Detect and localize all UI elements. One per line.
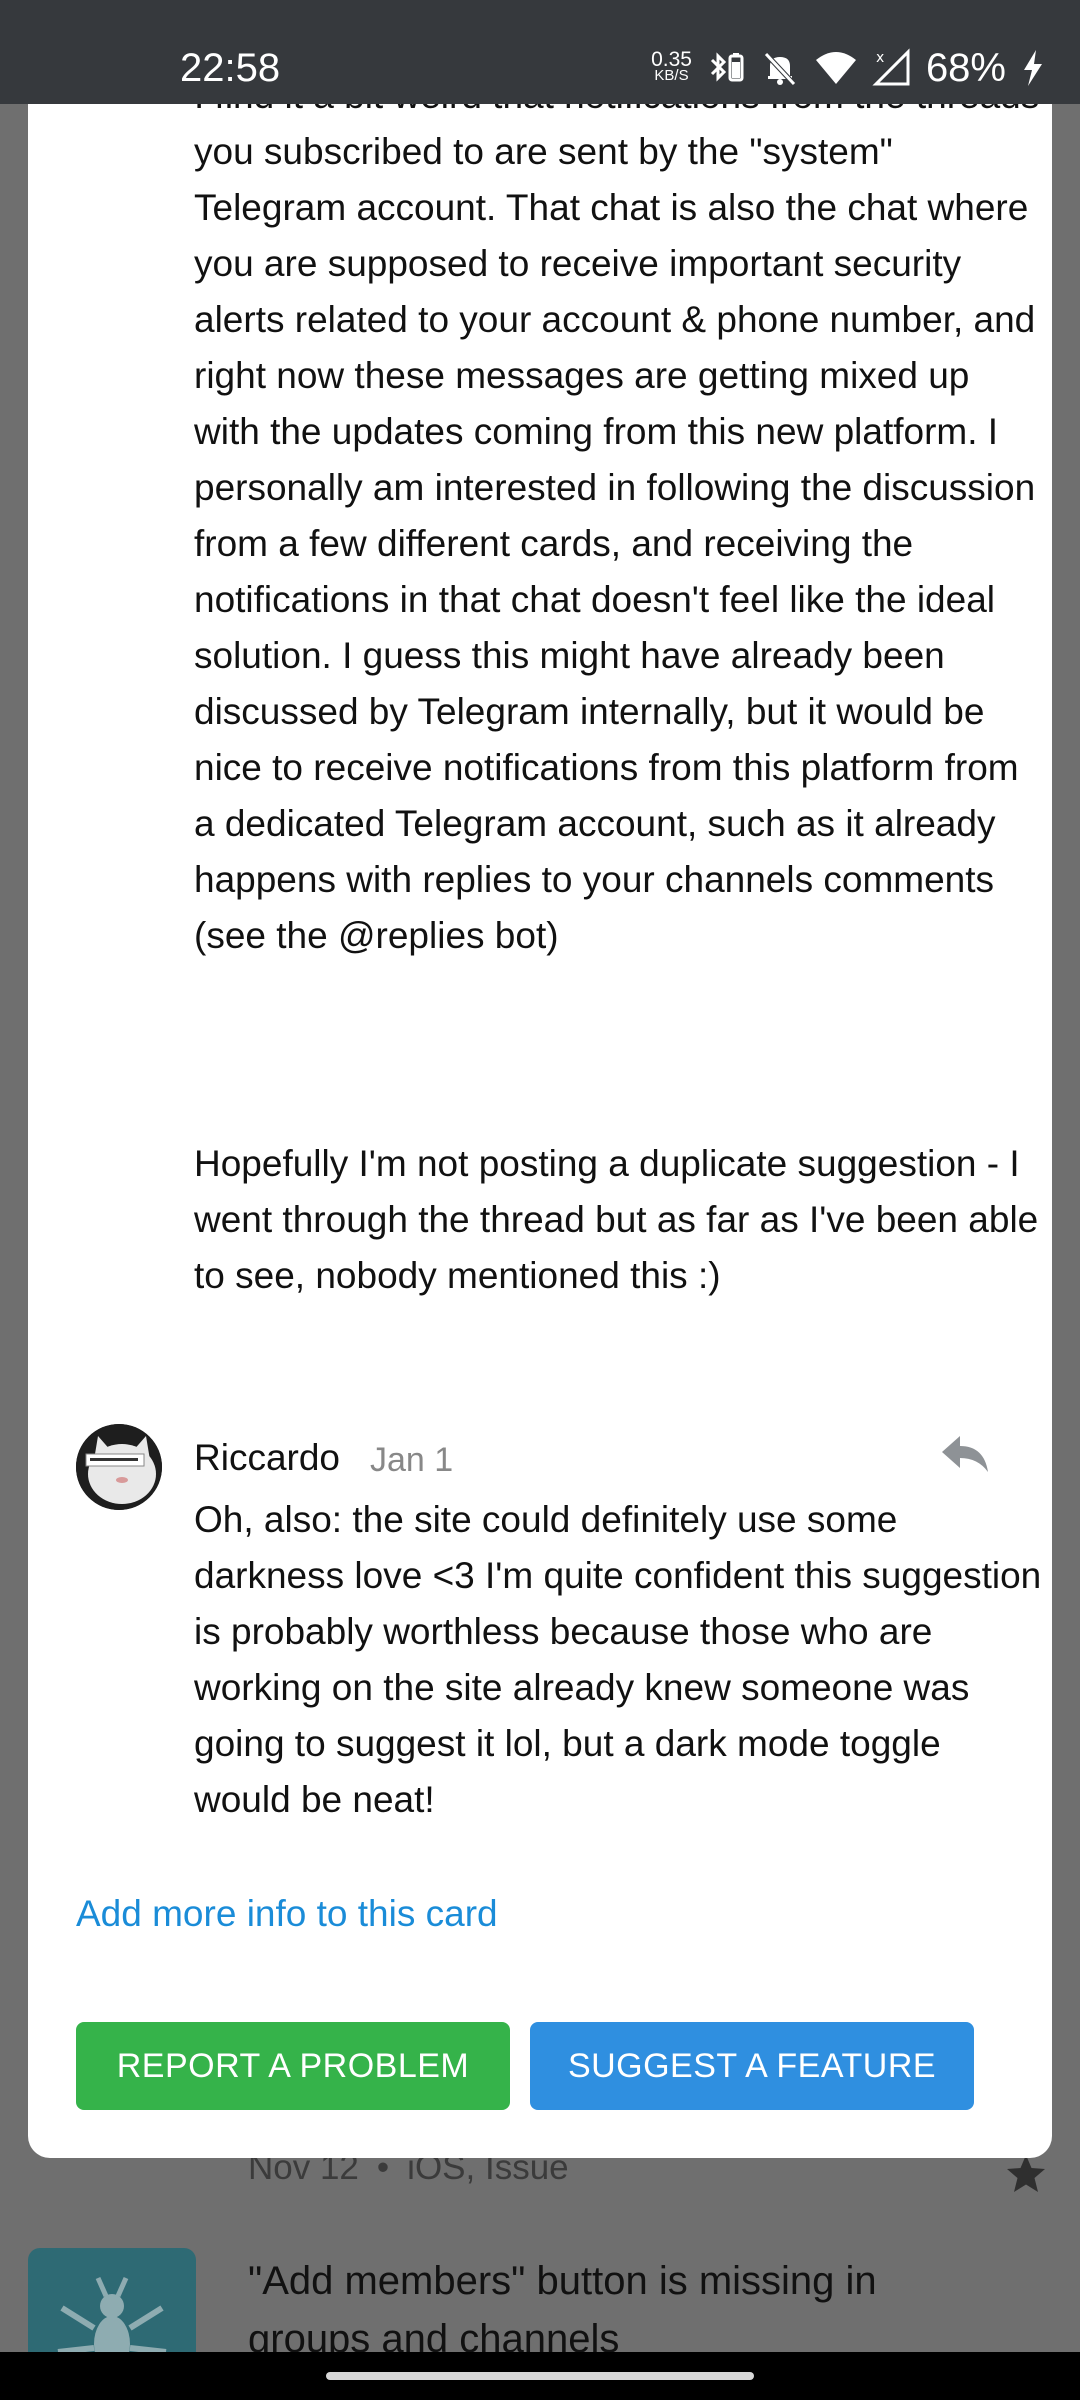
- background-card-title[interactable]: "Add members" button is missing in group…: [248, 2252, 1008, 2368]
- home-gesture-handle[interactable]: [326, 2372, 754, 2380]
- net-speed-unit: KB/S: [654, 67, 689, 84]
- comment-date: Jan 1: [370, 1441, 454, 1479]
- wifi-icon: [814, 48, 858, 88]
- svg-text:x: x: [876, 50, 884, 66]
- add-info-link[interactable]: Add more info to this card: [76, 1890, 498, 1938]
- comment-text-continued: Hopefully I'm not posting a duplicate su…: [194, 1143, 1039, 1296]
- suggest-feature-button[interactable]: SUGGEST A FEATURE: [530, 2022, 974, 2110]
- status-time: 22:58: [180, 46, 281, 90]
- bell-off-icon: [760, 48, 800, 88]
- battery-percent: 68%: [925, 46, 1006, 90]
- comment-text: I find it a bit weird that notifications…: [194, 104, 1039, 956]
- avatar[interactable]: [76, 1424, 162, 1510]
- status-icons: 0.35 KB/S x 68%: [651, 40, 1046, 96]
- comment-text: Oh, also: the site could definitely use …: [194, 1499, 1042, 1820]
- status-bar: 22:58 0.35 KB/S x 68%: [0, 0, 1080, 104]
- net-speed: 0.35 KB/S: [651, 48, 692, 84]
- bluetooth-battery-icon: [706, 48, 746, 88]
- charging-icon: [1020, 48, 1046, 88]
- card-modal: I find it a bit weird that notifications…: [28, 104, 1052, 2158]
- signal-icon: x: [872, 48, 912, 88]
- star-icon[interactable]: [1004, 2152, 1048, 2201]
- report-problem-button[interactable]: REPORT A PROBLEM: [76, 2022, 510, 2110]
- reply-icon[interactable]: [940, 1432, 990, 1481]
- comment-author[interactable]: Riccardo: [194, 1434, 340, 1482]
- net-speed-value: 0.35: [651, 48, 692, 71]
